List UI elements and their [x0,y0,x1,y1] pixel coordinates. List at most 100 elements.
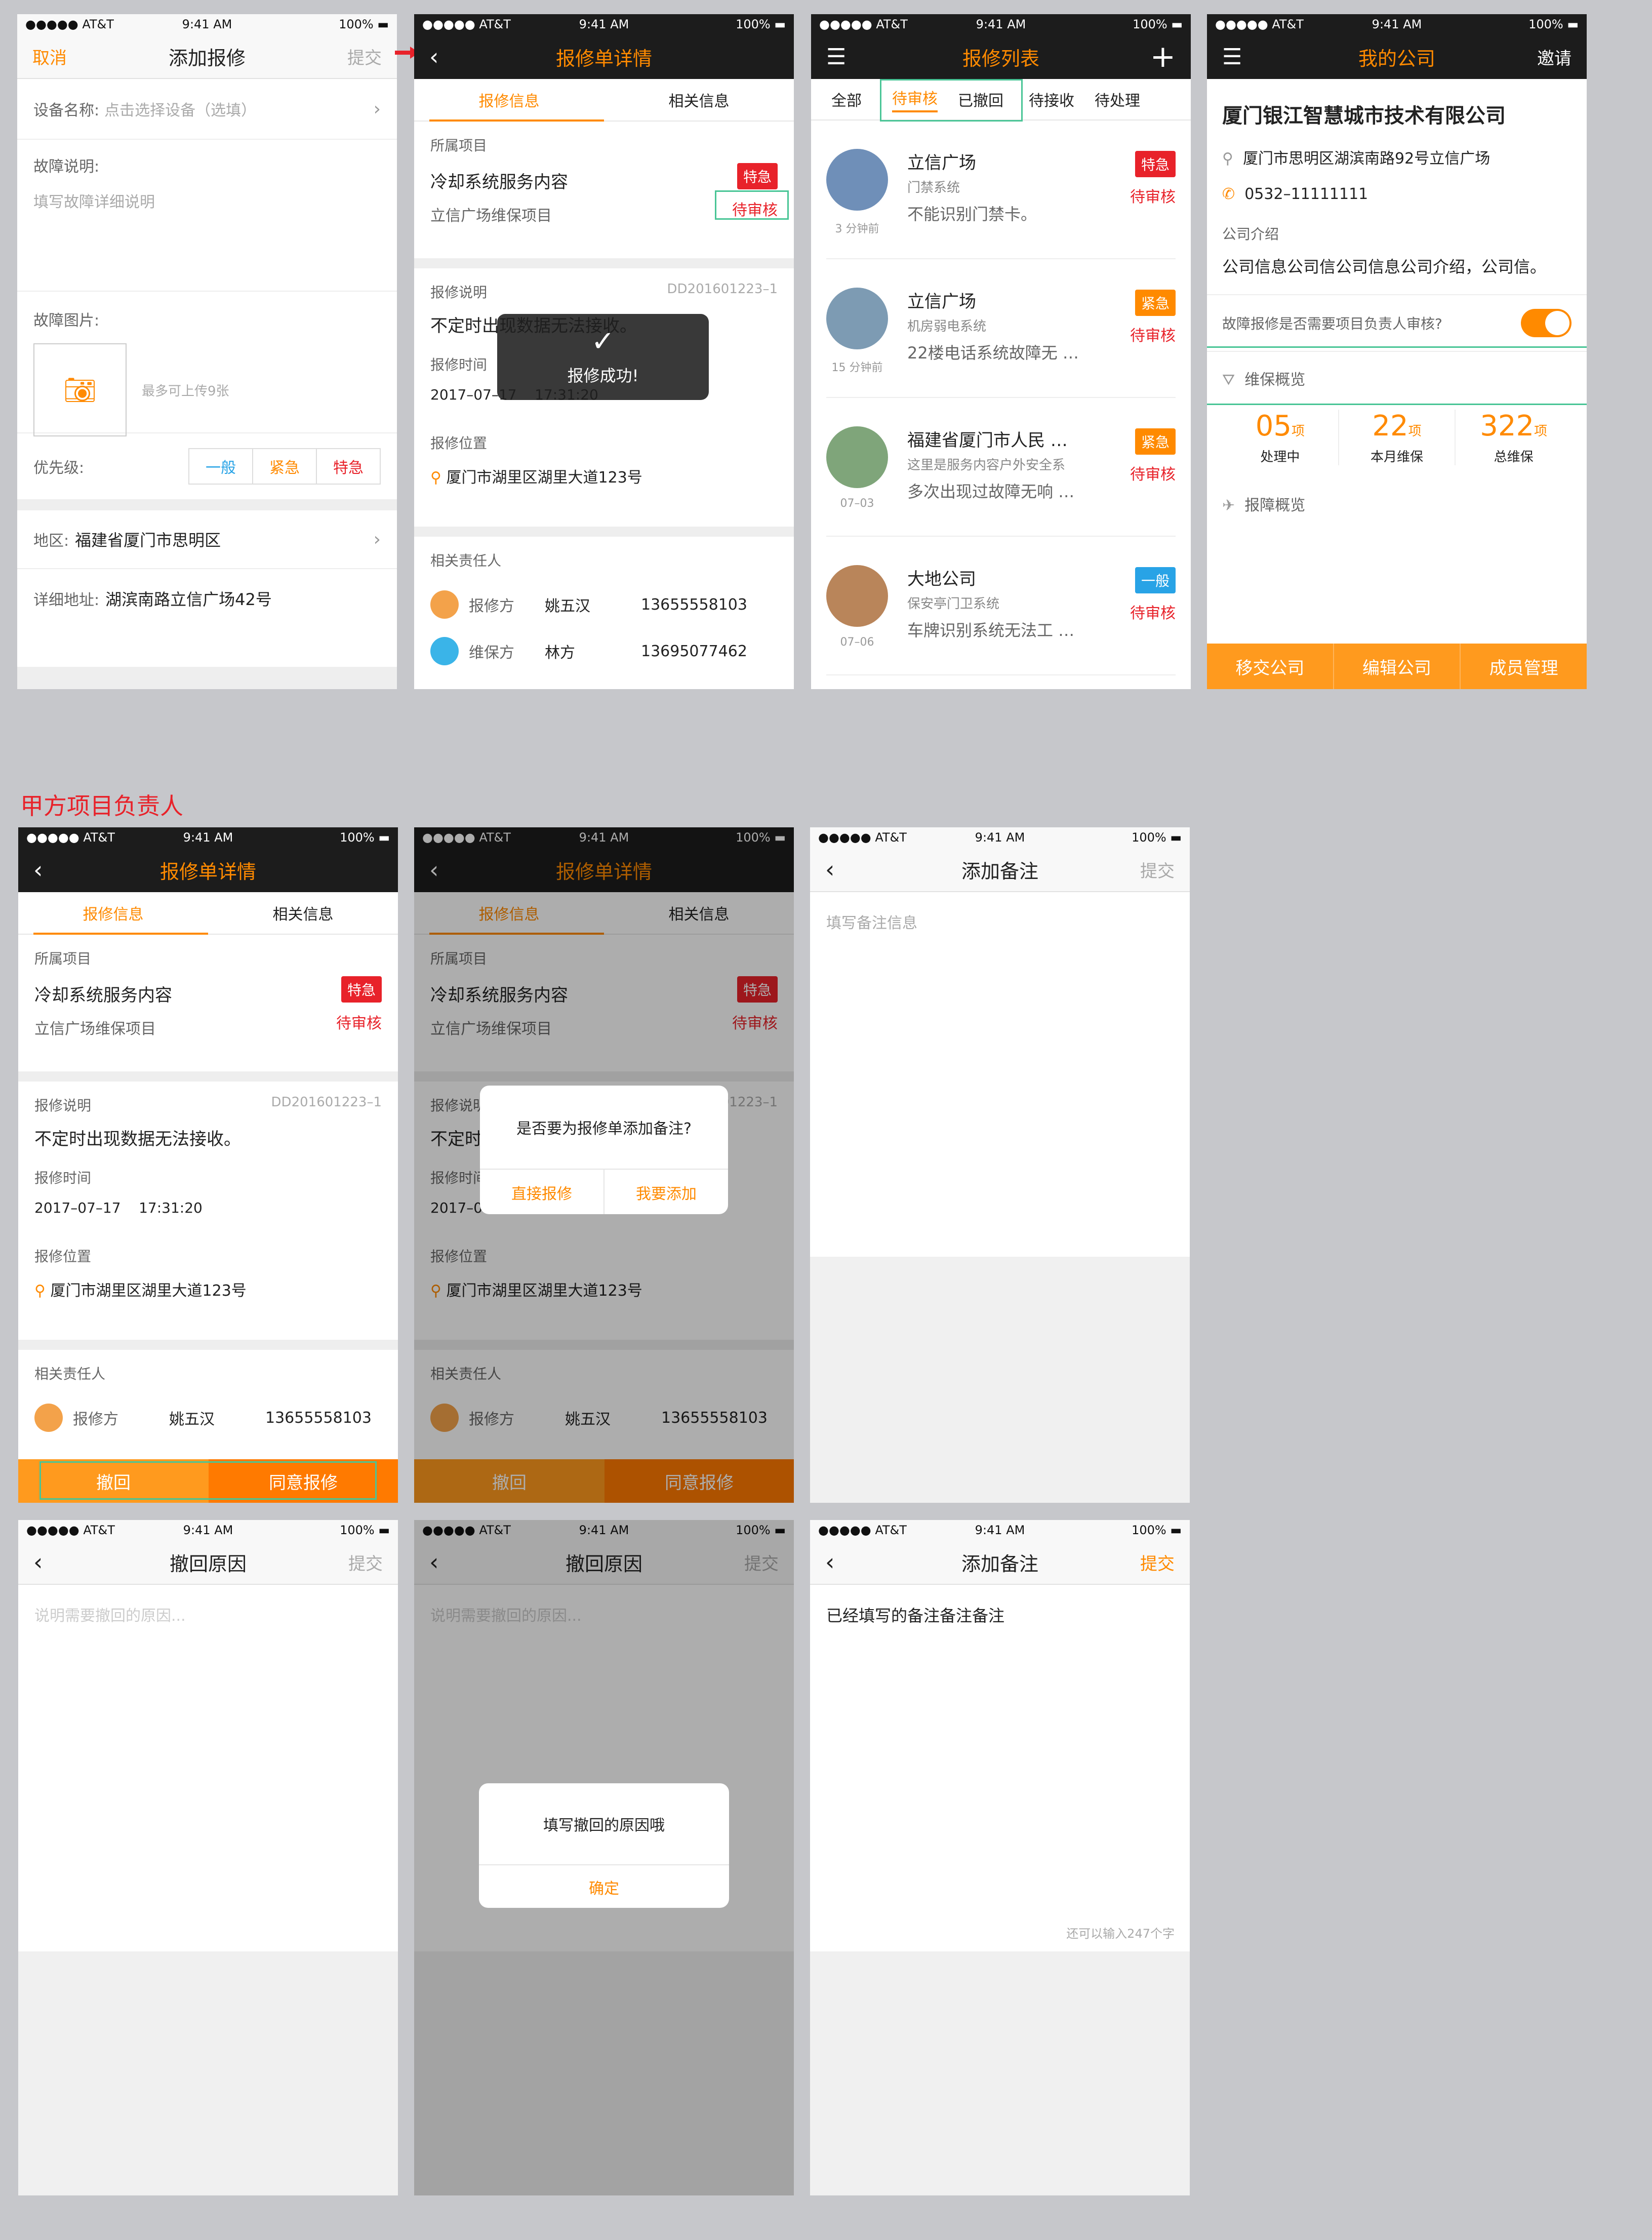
tab-all[interactable]: 全部 [831,88,862,110]
page-title: 添加备注 [961,860,1038,883]
item-name: 立信广场 [907,292,976,312]
cancel-button[interactable]: 取消 [32,44,67,69]
reason-textarea[interactable]: 说明需要撤回的原因... [18,1585,398,1951]
item-system: 保安亭门卫系统 [907,596,1000,612]
add-icon[interactable]: + [1150,39,1176,74]
menu-icon[interactable]: ☰ [1222,44,1242,70]
item-time: 3 分钟前 [835,223,879,235]
submit-button[interactable]: 提交 [1140,1550,1175,1575]
nav-bar: ‹ 报修单详情 [18,848,398,892]
menu-icon[interactable]: ☰ [826,44,846,70]
direct-repair-button[interactable]: 直接报修 [480,1170,605,1214]
priority-critical[interactable]: 特急 [317,449,380,484]
company-info: 厦门银江智慧城市技术有限公司 ⚲ 厦门市思明区湖滨南路92号立信广场 ✆ 053… [1207,79,1587,279]
carrier: ●●●●● AT&T [818,830,907,845]
reporter-name: 姚五汉 [169,1411,215,1428]
priority-badge: 紧急 [1135,428,1176,455]
invite-button[interactable]: 邀请 [1537,45,1572,69]
priority-badge: 特急 [737,163,778,189]
carrier: ●●●●● AT&T [818,1523,907,1537]
reporter-phone[interactable]: 13655558103 [641,596,747,614]
chevron-right-icon: › [373,529,381,550]
back-icon[interactable]: ‹ [825,856,834,883]
carrier: ●●●●● AT&T [422,17,511,31]
tab-related-info[interactable]: 相关信息 [208,892,398,934]
nav-bar: ☰ 报修列表 + [811,34,1191,79]
tab-repair-info[interactable]: 报修信息 [18,892,208,935]
stats-row: 05项 处理中 22项 本月维保 322项 总维保 [1222,410,1572,465]
nav-bar: 取消 添加报修 提交 [17,34,397,79]
tab-bar: 报修信息 相关信息 [18,892,398,935]
time-value: 2017–07–17 17:31:20 [34,1199,203,1216]
submit-button[interactable]: 提交 [1140,857,1175,882]
item-time: 15 分钟前 [831,362,883,374]
image-hint: 最多可上传9张 [142,383,229,399]
avatar [430,590,459,619]
company-name: 厦门银江智慧城市技术有限公司 [1222,104,1506,128]
priority-normal[interactable]: 一般 [189,449,253,484]
list-item[interactable]: 07–03 福建省厦门市人民 … 这里是服务内容户外安全系 多次出现过故障无响 … 紧急… [826,398,1176,537]
project-section: 所属项目 冷却系统服务内容 立信广场维保项目 特急 待审核 [18,935,398,1071]
back-icon[interactable]: ‹ [33,1548,43,1576]
reason-alert: 填写撤回的原因哦 确定 [479,1783,729,1908]
maintainer-phone[interactable]: 13695077462 [641,643,747,660]
region-row[interactable]: 地区: 福建省厦门市思明区 › [17,510,397,569]
back-icon[interactable]: ‹ [429,43,438,70]
pin-icon: ⚲ [430,469,441,487]
people-section: 相关责任人 报修方 姚五汉 13655558103 维保方 林方 1369507… [414,537,794,678]
address-row[interactable]: 详细地址: 湖滨南路立信广场42号 [17,569,397,628]
stat-processing: 05项 处理中 [1222,410,1339,465]
stat-monthly: 22项 本月维保 [1339,410,1456,465]
priority-label: 优先级: [33,459,85,477]
submit-button[interactable]: 提交 [348,1550,383,1575]
reporter-phone[interactable]: 13655558103 [265,1409,372,1427]
tab-pending-process[interactable]: 待处理 [1095,88,1140,110]
device-row[interactable]: 设备名称: 点击选择设备（选填） › [17,79,397,140]
location-label: 报修位置 [34,1248,92,1265]
status-bar: ●●●●● AT&T 9:41 AM 100% ▬ [810,827,1190,848]
desc-section: 报修说明 DD201601223–1 不定时出现数据无法接收。 报修时间 201… [18,1082,398,1340]
toast-text: 报修成功! [567,366,639,385]
company-actions: 移交公司 编辑公司 成员管理 [1207,644,1587,689]
submit-button[interactable]: 提交 [347,44,382,69]
screen-my-company: ●●●●● AT&T 9:41 AM 100% ▬ ☰ 我的公司 邀请 厦门银江… [1207,14,1587,689]
nav-bar: ‹ 报修单详情 [414,34,794,79]
note-textarea[interactable]: 已经填写的备注备注备注 还可以输入247个字 [810,1585,1190,1951]
list-item[interactable]: 15 分钟前 立信广场 机房弱电系统 22楼电话系统故障无 … 紧急 待审核 [826,259,1176,398]
priority-badge: 一般 [1135,567,1176,593]
transfer-company-button[interactable]: 移交公司 [1207,644,1334,689]
add-note-button[interactable]: 我要添加 [605,1170,728,1214]
note-textarea[interactable]: 填写备注信息 [810,892,1190,1257]
review-toggle[interactable] [1521,309,1572,337]
bottom-fill [17,667,397,689]
tab-related-info[interactable]: 相关信息 [604,79,794,121]
camera-icon[interactable]: 📷︎ [33,343,127,436]
priority-urgent[interactable]: 紧急 [253,449,317,484]
company-phone[interactable]: 0532–11111111 [1244,185,1368,203]
tab-pending-accept[interactable]: 待接收 [1029,88,1074,110]
back-icon[interactable]: ‹ [33,856,43,884]
battery: 100% ▬ [1132,1523,1182,1537]
alert-text: 填写撤回的原因哦 [479,1783,729,1865]
status-bar: ●●●●● AT&T 9:41 AM 100% ▬ [1207,14,1587,34]
confirm-button[interactable]: 确定 [479,1865,729,1908]
project-name: 冷却系统服务内容 [34,985,172,1006]
screen-detail-dialog: ●●●●● AT&T 9:41 AM 100% ▬ ‹ 报修单详情 报修信息 相… [414,827,794,1503]
battery: 100% ▬ [1132,830,1182,845]
item-system: 门禁系统 [907,180,960,195]
member-management-button[interactable]: 成员管理 [1461,644,1587,689]
tab-repair-info[interactable]: 报修信息 [414,79,604,122]
edit-company-button[interactable]: 编辑公司 [1334,644,1461,689]
maintainer-row: 维保方 林方 13695077462 [430,637,778,665]
carrier: ●●●●● AT&T [1215,17,1304,31]
back-icon[interactable]: ‹ [825,1548,834,1576]
list-item[interactable]: 07–06 大地公司 保安亭门卫系统 车牌识别系统无法工 … 一般 待审核 [826,537,1176,675]
item-time: 07–06 [840,636,874,649]
nav-bar: ‹ 添加备注 提交 [810,848,1190,892]
project-thumbnail [826,565,888,627]
fault-input[interactable]: 填写故障详细说明 [33,189,381,212]
region-value: 福建省厦门市思明区 [75,531,221,550]
region-label: 地区: [33,532,69,550]
check-icon: ✓ [591,325,615,358]
list-item[interactable]: 3 分钟前 立信广场 门禁系统 不能识别门禁卡。 特急 待审核 [826,121,1176,259]
